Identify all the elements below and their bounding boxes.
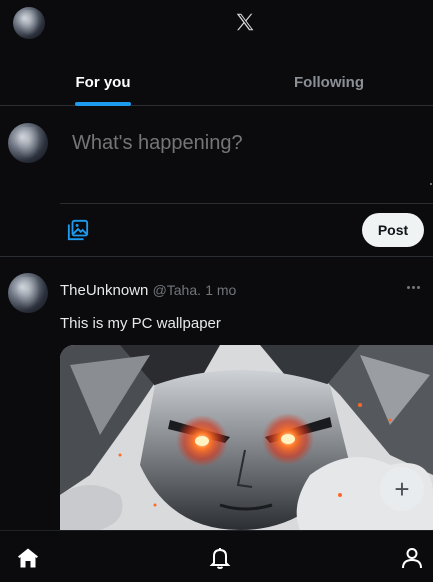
- composer-divider: [60, 203, 433, 204]
- nav-home[interactable]: [14, 544, 42, 572]
- timeline-tabs: For you Following: [0, 58, 433, 106]
- tweet-composer: Post: [0, 107, 433, 257]
- post-button[interactable]: Post: [362, 213, 424, 247]
- tab-following[interactable]: Following: [270, 58, 388, 105]
- image-icon[interactable]: [67, 219, 89, 241]
- header-avatar[interactable]: [13, 7, 45, 39]
- compose-fab-button[interactable]: +: [380, 467, 424, 511]
- tweet-card[interactable]: TheUnknown @Taha. 1 mo This is my PC wal…: [0, 258, 433, 530]
- home-icon: [18, 548, 38, 568]
- active-tab-indicator: [75, 102, 131, 106]
- composer-avatar: [8, 123, 48, 163]
- bottom-nav: [0, 530, 433, 582]
- author-display-name[interactable]: TheUnknown: [60, 282, 148, 299]
- nav-notifications[interactable]: [206, 544, 234, 572]
- author-handle[interactable]: @Taha: [153, 282, 198, 298]
- more-icon[interactable]: [407, 282, 425, 292]
- compose-input[interactable]: [72, 132, 412, 155]
- tweet-media-image[interactable]: [60, 345, 433, 530]
- composer-dot: [430, 183, 432, 185]
- bell-icon: [209, 548, 231, 569]
- tweet-header: TheUnknown @Taha. 1 mo: [60, 282, 236, 299]
- tweet-timestamp[interactable]: 1 mo: [205, 282, 236, 298]
- nav-profile[interactable]: [398, 544, 426, 572]
- tweet-author-avatar[interactable]: [8, 273, 48, 313]
- tab-for-you[interactable]: For you: [60, 58, 146, 105]
- user-icon: [402, 548, 422, 569]
- x-logo-icon[interactable]: [234, 11, 256, 33]
- tweet-text: This is my PC wallpaper: [60, 315, 221, 332]
- top-header: [0, 0, 433, 46]
- meta-separator: .: [197, 282, 202, 298]
